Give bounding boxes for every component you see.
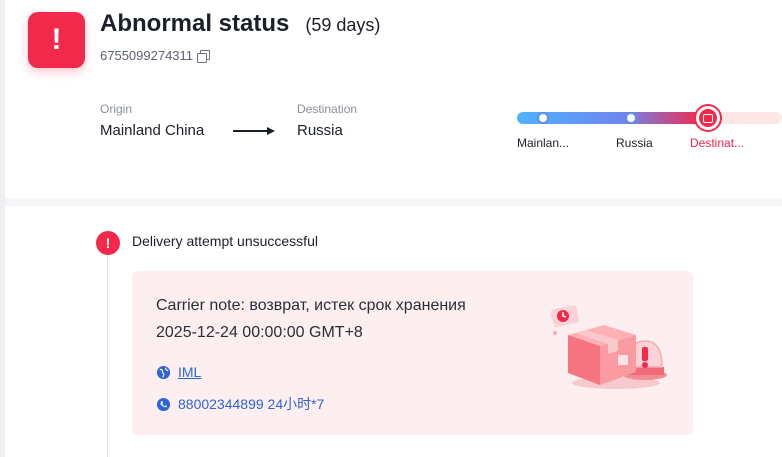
carrier-note-card: Carrier note: возврат, истек срок хранен…	[132, 271, 693, 435]
event-title: Delivery attempt unsuccessful	[132, 233, 318, 249]
origin-value: Mainland China	[100, 122, 205, 139]
globe-icon	[156, 365, 171, 379]
progress-node-current-icon	[696, 106, 720, 130]
progress-label-destination: Destinat...	[690, 136, 745, 150]
timeline-line	[107, 252, 108, 457]
destination-label: Destination	[297, 102, 358, 116]
damaged-package-illustration	[550, 305, 667, 389]
phone-link-row[interactable]: 88002344899 24小时*7	[156, 394, 324, 414]
tracking-row: 6755099274311	[100, 48, 211, 63]
route-arrow-icon	[233, 127, 275, 135]
tracking-number[interactable]: 6755099274311	[100, 48, 193, 63]
progress-label-transit: Russia	[616, 136, 653, 150]
origin-label: Origin	[100, 102, 133, 116]
carrier-note-text: Carrier note: возврат, истек срок хранен…	[156, 297, 466, 314]
status-title: Abnormal status	[100, 10, 290, 37]
progress-node-transit	[625, 112, 637, 124]
carrier-link[interactable]: IML	[178, 364, 201, 380]
progress-track	[517, 112, 782, 124]
destination-value: Russia	[297, 122, 343, 139]
carrier-link-row[interactable]: IML	[156, 364, 201, 380]
alert-status-icon: !	[28, 12, 85, 68]
event-timestamp: 2025-12-24 00:00:00 GMT+8	[156, 324, 363, 341]
phone-icon	[156, 397, 171, 411]
title-row: Abnormal status (59 days)	[100, 10, 380, 38]
phone-link[interactable]: 88002344899 24小时*7	[178, 394, 324, 414]
event-alert-icon: !	[96, 231, 120, 255]
days-count: (59 days)	[305, 15, 381, 35]
progress-node-origin	[537, 112, 549, 124]
copy-icon[interactable]	[197, 49, 211, 63]
progress-label-origin: Mainlan...	[517, 136, 570, 150]
